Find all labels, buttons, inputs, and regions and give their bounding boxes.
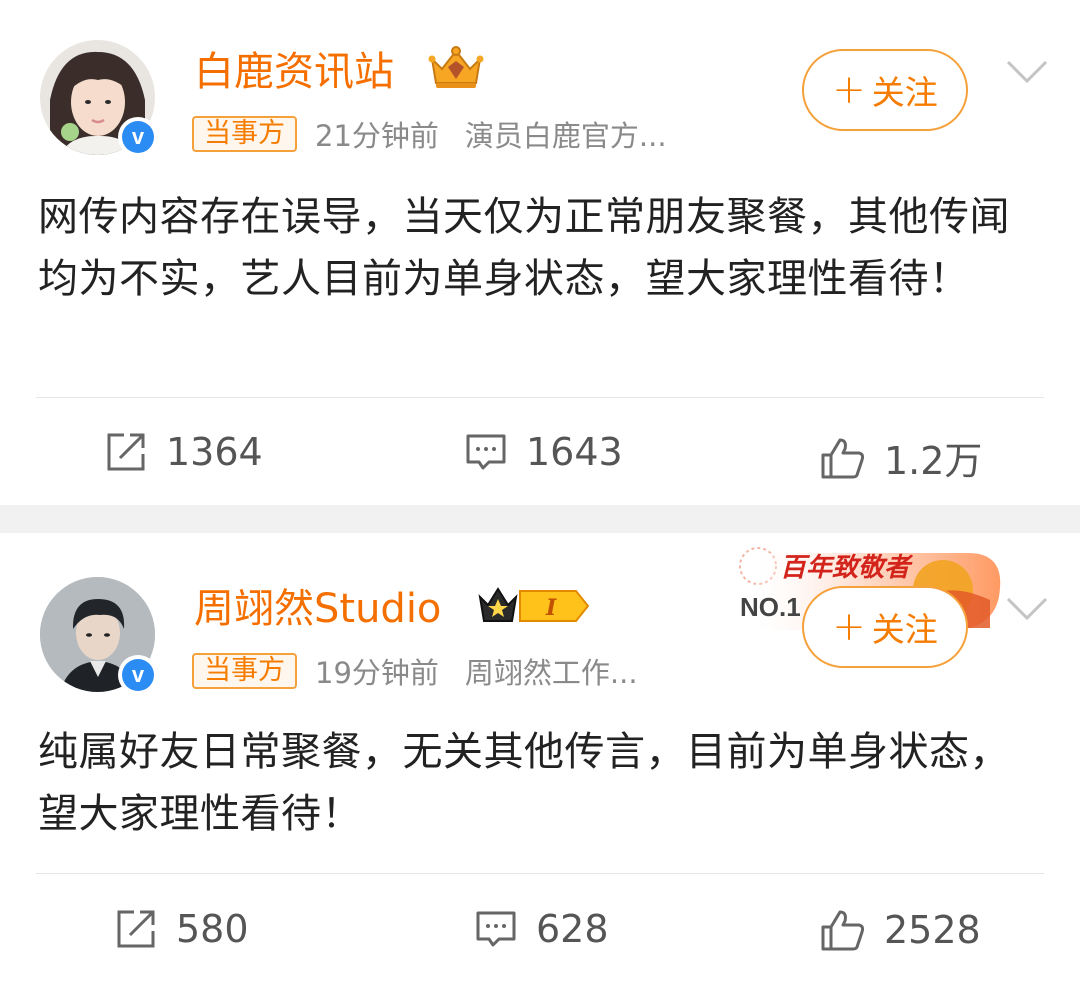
post-source: 演员白鹿官方...: [464, 119, 667, 153]
badge-rank: NO.1: [740, 592, 801, 622]
share-icon: [117, 910, 155, 948]
weibo-post: v 白鹿资讯站 当事方 21分钟前 演员白鹿官方... + 关注 网传内容存在误…: [0, 0, 1080, 505]
post-meta: 当事方 19分钟前 周翊然工作...: [192, 651, 638, 691]
comment-count: 1643: [526, 430, 623, 474]
level-badge-text: I: [545, 595, 557, 621]
post-separator: [0, 505, 1080, 533]
post-source: 周翊然工作...: [464, 656, 638, 690]
share-icon: [107, 433, 145, 471]
comment-icon: [476, 911, 516, 947]
divider: [36, 397, 1044, 398]
plus-icon: +: [832, 604, 866, 650]
like-count: 2528: [884, 908, 981, 952]
follow-button[interactable]: + 关注: [802, 49, 968, 131]
comment-icon: [466, 434, 506, 470]
post-content: 网传内容存在误导，当天仅为正常朋友聚餐，其他传闻均为不实，艺人目前为单身状态，望…: [38, 194, 1010, 302]
follow-label: 关注: [871, 73, 938, 112]
repost-count: 580: [176, 907, 249, 951]
divider: [36, 873, 1044, 874]
post-time: 21分钟前: [315, 119, 439, 153]
plus-icon: +: [832, 67, 866, 113]
post-content: 纯属好友日常聚餐，无关其他传言，目前为单身状态，望大家理性看待！: [38, 729, 1010, 837]
thumbs-up-icon: [821, 438, 865, 478]
badge-title: 百年致敬者: [780, 553, 914, 583]
party-tag: 当事方: [192, 116, 297, 152]
post-time: 19分钟前: [315, 656, 439, 690]
repost-button[interactable]: 580: [114, 907, 249, 951]
weibo-post: 百年致敬者 NO.1 v 周翊然Studio I 当事方 19分钟前 周翊然工作…: [0, 533, 1080, 992]
post-meta: 当事方 21分钟前 演员白鹿官方...: [192, 114, 667, 154]
like-count: 1.2万: [884, 439, 983, 483]
like-button[interactable]: 1.2万: [820, 430, 982, 485]
vip-level-icon: I: [478, 587, 590, 622]
author-name[interactable]: 周翊然Studio: [194, 589, 441, 629]
comment-button[interactable]: 628: [474, 907, 609, 951]
like-button[interactable]: 2528: [820, 907, 981, 953]
comment-count: 628: [536, 907, 609, 951]
repost-count: 1364: [166, 430, 263, 474]
verified-icon: v: [118, 655, 158, 695]
follow-label: 关注: [871, 610, 938, 649]
repost-button[interactable]: 1364: [104, 430, 263, 474]
comment-button[interactable]: 1643: [464, 430, 623, 474]
verified-icon: v: [118, 117, 158, 157]
thumbs-up-icon: [821, 910, 865, 951]
party-tag: 当事方: [192, 653, 297, 689]
author-name[interactable]: 白鹿资讯站: [194, 52, 394, 92]
follow-button[interactable]: + 关注: [802, 586, 968, 668]
chevron-down-icon[interactable]: [1005, 595, 1049, 623]
chevron-down-icon[interactable]: [1005, 58, 1049, 86]
crown-icon: [428, 46, 484, 88]
